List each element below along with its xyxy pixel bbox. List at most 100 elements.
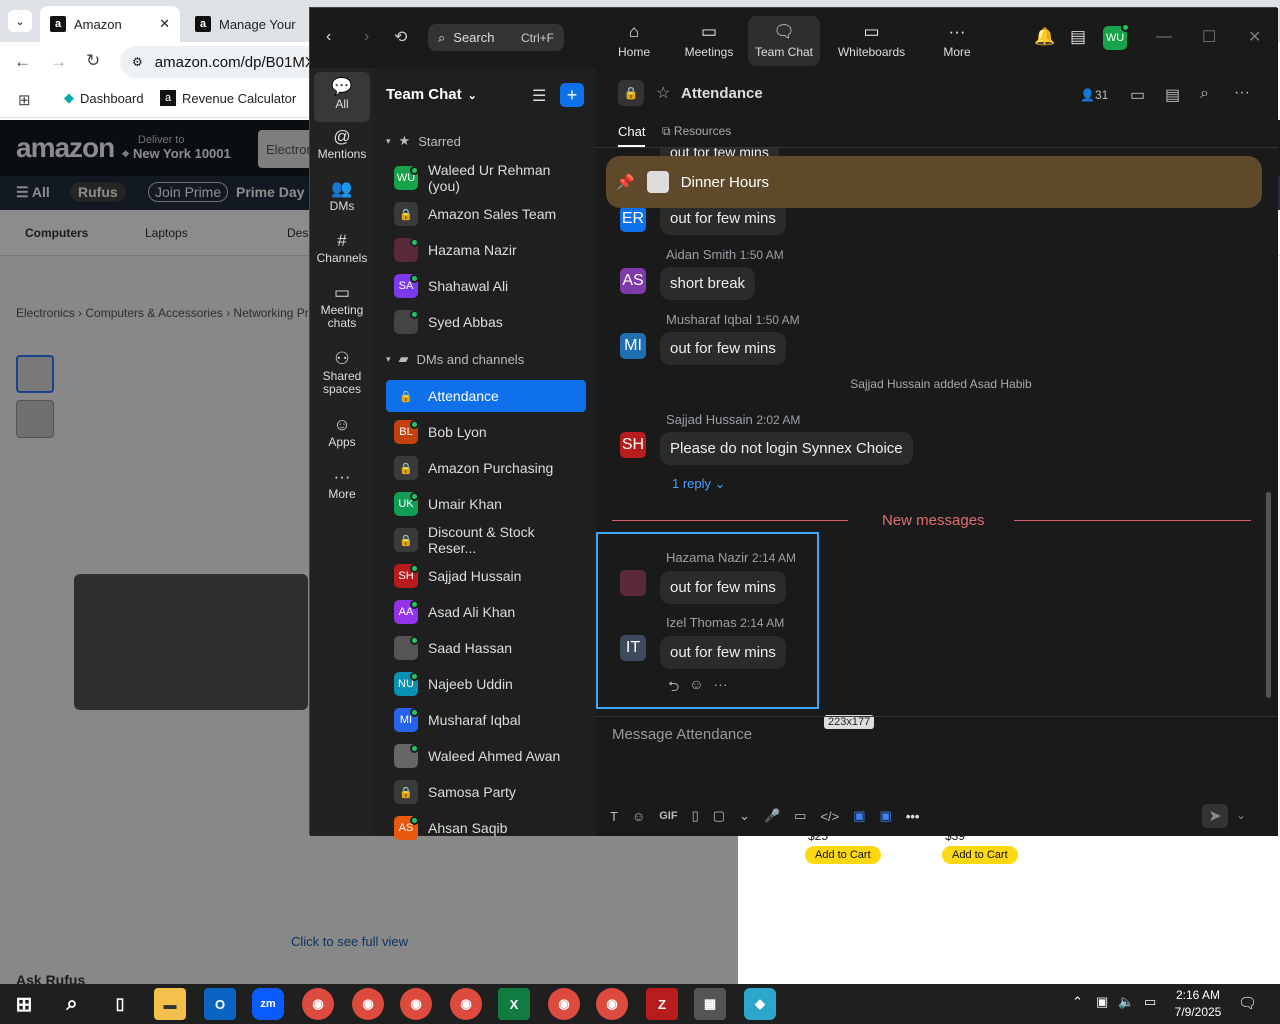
add-to-cart-button[interactable]: Add to Cart [805, 846, 881, 864]
avatar[interactable]: MI [620, 333, 646, 359]
topnav-team-chat[interactable]: 🗨 Team Chat [748, 16, 820, 66]
volume-icon[interactable]: 🔈 [1118, 994, 1134, 1010]
chevron-down-icon[interactable]: ⌄ [739, 808, 750, 824]
chrome-icon[interactable]: ◉ [400, 988, 432, 1020]
reload-icon[interactable]: ↻ [86, 51, 100, 71]
chrome-icon[interactable]: ◉ [352, 988, 384, 1020]
avatar[interactable]: AS [620, 268, 646, 294]
file-explorer-icon[interactable]: ▬ [154, 988, 186, 1020]
chat-list-item[interactable]: AS Ahsan Saqib [386, 812, 586, 844]
search-icon[interactable]: ⌕ [1200, 85, 1209, 103]
chevron-up-icon[interactable]: ⌃ [1072, 994, 1083, 1010]
forward-icon[interactable]: → [50, 52, 67, 72]
bookmark-revenue-calculator[interactable]: a Revenue Calculator [160, 90, 296, 106]
zoom-app-icon[interactable]: zm [252, 988, 284, 1020]
send-button[interactable]: ➤ [1202, 804, 1228, 828]
chat-list-item[interactable]: SH Sajjad Hussain [386, 560, 586, 592]
tab-search-icon[interactable]: ⌄ [8, 10, 32, 32]
rail-mentions[interactable]: @ Mentions [314, 128, 370, 161]
topnav-more[interactable]: ··· More [921, 16, 993, 66]
add-to-cart-button[interactable]: Add to Cart [942, 846, 1018, 864]
browser-tab-manage[interactable]: a Manage Your [185, 6, 310, 42]
chrome-icon[interactable]: ◉ [450, 988, 482, 1020]
new-chat-button[interactable]: + [560, 83, 584, 107]
more-icon[interactable]: ••• [906, 809, 920, 824]
topnav-home[interactable]: ⌂ Home [598, 16, 670, 66]
chat-list-item[interactable]: Hazama Nazir [386, 234, 586, 266]
rail-dms[interactable]: 👥 DMs [314, 180, 370, 213]
chat-list-item[interactable]: UK Umair Khan [386, 488, 586, 520]
rail-channels[interactable]: # Channels [314, 232, 370, 265]
bookmark-dashboard[interactable]: ◆ Dashboard [64, 90, 144, 106]
star-icon[interactable]: ☆ [656, 83, 670, 103]
code-snippet-icon[interactable]: </> [820, 809, 839, 824]
zoom-search[interactable]: ⌕ Search Ctrl+F [428, 24, 564, 51]
bell-icon[interactable]: 🔔 [1034, 27, 1055, 47]
app-icon[interactable]: ◆ [744, 988, 776, 1020]
apps-grid-icon[interactable]: ⊞ [18, 91, 31, 109]
rail-shared-spaces[interactable]: ⚇ Shared spaces [314, 350, 370, 396]
filter-icon[interactable]: ☰ [532, 86, 546, 106]
chat-list-item[interactable]: AA Asad Ali Khan [386, 596, 586, 628]
close-icon[interactable]: ✕ [1248, 27, 1261, 47]
topnav-meetings[interactable]: ▭ Meetings [673, 16, 745, 66]
reply-link[interactable]: 1 reply ⌄ [672, 476, 726, 492]
avatar[interactable]: SH [620, 432, 646, 458]
minimize-icon[interactable]: — [1156, 28, 1172, 46]
back-icon[interactable]: ← [14, 52, 31, 72]
screenshot-icon[interactable]: ▢ [713, 808, 725, 824]
gif-icon[interactable]: GIF [659, 810, 677, 822]
display-icon[interactable]: ▭ [1144, 994, 1156, 1010]
excel-icon[interactable]: X [498, 988, 530, 1020]
chrome-icon[interactable]: ◉ [302, 988, 334, 1020]
rail-meeting-chats[interactable]: ▭ Meeting chats [314, 284, 370, 330]
format-text-icon[interactable]: T [610, 809, 618, 824]
avatar[interactable]: ER [620, 206, 646, 232]
video-off-icon[interactable]: ▭ [1130, 85, 1145, 105]
history-icon[interactable]: ⟲ [394, 27, 407, 47]
chat-list-item[interactable]: 🔒 Discount & Stock Reser... [386, 524, 586, 556]
calculator-icon[interactable]: ▦ [694, 988, 726, 1020]
scrollbar[interactable] [1266, 492, 1271, 698]
chrome-icon[interactable]: ◉ [596, 988, 628, 1020]
network-icon[interactable]: ▣ [1096, 994, 1108, 1010]
emoji-icon[interactable]: ☺ [632, 809, 645, 824]
tab-resources[interactable]: ⧉ Resources [662, 124, 731, 139]
chat-list-item[interactable]: 🔒 Attendance [386, 380, 586, 412]
profile-avatar[interactable]: WU [1103, 23, 1130, 50]
chat-list-item[interactable]: WU Waleed Ur Rehman (you) [386, 162, 586, 194]
calendar-icon[interactable]: ▤ [1070, 27, 1086, 47]
site-info-icon[interactable]: ⚙ [132, 55, 143, 69]
close-icon[interactable]: ✕ [159, 16, 170, 32]
tab-chat[interactable]: Chat [618, 124, 646, 147]
task-view-icon[interactable]: ▯ [104, 988, 136, 1020]
maximize-icon[interactable]: ☐ [1202, 27, 1216, 47]
video-message-icon[interactable]: ▭ [794, 808, 806, 824]
chat-list-item[interactable]: NU Najeeb Uddin [386, 668, 586, 700]
back-icon[interactable]: ‹ [326, 28, 331, 46]
rail-all[interactable]: 💬 All [314, 72, 370, 122]
chat-list-item[interactable]: 🔒 Samosa Party [386, 776, 586, 808]
chat-list-item[interactable]: Waleed Ahmed Awan [386, 740, 586, 772]
message-input[interactable]: Message Attendance [612, 726, 1252, 743]
browser-tab-amazon[interactable]: a Amazon ✕ [40, 6, 180, 42]
outlook-icon[interactable]: O [204, 988, 236, 1020]
search-icon[interactable]: ⌕ [56, 988, 88, 1020]
microphone-icon[interactable]: 🎤 [764, 808, 780, 824]
topnav-whiteboards[interactable]: ▭ Whiteboards [830, 16, 913, 66]
chat-list-item[interactable]: Syed Abbas [386, 306, 586, 338]
pinned-message[interactable]: 📌 Dinner Hours [606, 156, 1262, 208]
member-count[interactable]: 👤31 [1080, 88, 1108, 102]
url-bar[interactable]: ⚙ amazon.com/dp/B01MX [120, 46, 340, 78]
chat-list-item[interactable]: 🔒 Amazon Sales Team [386, 198, 586, 230]
chat-list-item[interactable]: BL Bob Lyon [386, 416, 586, 448]
zoom-meeting-icon[interactable]: ▣ [880, 808, 892, 824]
windows-start-icon[interactable]: ⊞ [8, 988, 40, 1020]
chat-list-item[interactable]: MI Musharaf Iqbal [386, 704, 586, 736]
chat-list-item[interactable]: Saad Hassan [386, 632, 586, 664]
list-title[interactable]: Team Chat ⌄ [386, 86, 477, 103]
rail-more[interactable]: ··· More [314, 468, 370, 501]
app-icon[interactable]: ▣ [853, 808, 865, 824]
clock[interactable]: 2:16 AM 7/9/2025 [1170, 987, 1226, 1021]
section-dms-channels[interactable]: ▾ ▰ DMs and channels [386, 351, 524, 367]
